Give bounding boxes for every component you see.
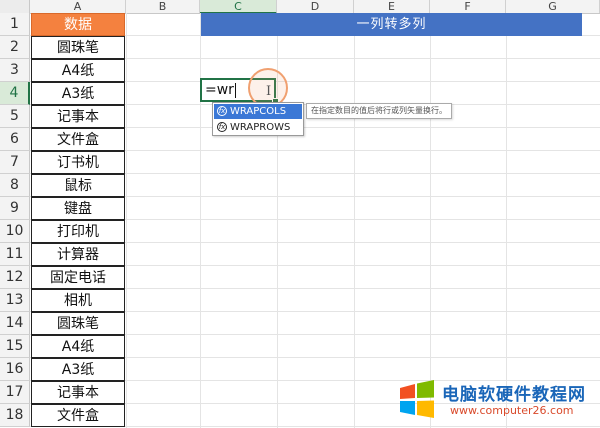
- column-header-d[interactable]: D: [277, 0, 354, 13]
- column-a-cell[interactable]: 圆珠笔: [31, 312, 125, 335]
- row-header-3[interactable]: 3: [0, 59, 30, 82]
- column-a-cell[interactable]: 相机: [31, 289, 125, 312]
- grid-line-vertical: [354, 13, 355, 428]
- column-a-cell[interactable]: 鼠标: [31, 174, 125, 197]
- column-header-f[interactable]: F: [430, 0, 506, 13]
- function-autocomplete-list[interactable]: fx WRAPCOLS fx WRAPROWS: [212, 102, 304, 136]
- windows-logo-icon: [400, 380, 434, 418]
- autocomplete-item-wraprows[interactable]: fx WRAPROWS: [214, 120, 302, 135]
- grid-line-vertical: [506, 13, 507, 428]
- row-header-16[interactable]: 16: [0, 358, 30, 381]
- autocomplete-item-label: WRAPCOLS: [230, 106, 287, 117]
- row-header-6[interactable]: 6: [0, 128, 30, 151]
- column-a-header-cell[interactable]: 数据: [31, 13, 125, 36]
- autocomplete-item-label: WRAPROWS: [230, 122, 291, 133]
- column-a-cell[interactable]: 订书机: [31, 151, 125, 174]
- column-a-cell[interactable]: 键盘: [31, 197, 125, 220]
- function-icon: fx: [217, 122, 227, 132]
- column-a-cell[interactable]: 打印机: [31, 220, 125, 243]
- site-watermark: 电脑软硬件教程网 www.computer26.com: [398, 376, 598, 424]
- watermark-title: 电脑软硬件教程网: [442, 385, 586, 405]
- row-header-11[interactable]: 11: [0, 243, 30, 266]
- row-header-12[interactable]: 12: [0, 266, 30, 289]
- column-header-b[interactable]: B: [126, 0, 200, 13]
- row-header-13[interactable]: 13: [0, 289, 30, 312]
- column-a-cell[interactable]: A3纸: [31, 82, 125, 105]
- text-caret: [234, 82, 236, 98]
- grid-line-vertical: [430, 13, 431, 428]
- autocomplete-item-wrapcols[interactable]: fx WRAPCOLS: [214, 104, 302, 119]
- row-header-5[interactable]: 5: [0, 105, 30, 128]
- row-header-2[interactable]: 2: [0, 36, 30, 59]
- row-header-8[interactable]: 8: [0, 174, 30, 197]
- grid-line-vertical: [126, 13, 127, 428]
- function-icon: fx: [217, 106, 227, 116]
- row-header-4[interactable]: 4: [0, 82, 30, 105]
- column-a-cell[interactable]: A4纸: [31, 59, 125, 82]
- row-header-15[interactable]: 15: [0, 335, 30, 358]
- column-header-a[interactable]: A: [30, 0, 126, 13]
- column-a-cell[interactable]: A3纸: [31, 358, 125, 381]
- row-header-17[interactable]: 17: [0, 381, 30, 404]
- row-header-14[interactable]: 14: [0, 312, 30, 335]
- column-header-c[interactable]: C: [200, 0, 277, 14]
- spreadsheet: ABCDEFG 1 2 3 4 5 6 7 8 9 10 11 12 13 14 15 16 17 18 数据 圆珠…: [0, 0, 600, 428]
- row-header-18[interactable]: 18: [0, 404, 30, 427]
- row-header-7[interactable]: 7: [0, 151, 30, 174]
- row-header-1[interactable]: 1: [0, 13, 30, 36]
- column-a-cell[interactable]: 文件盒: [31, 404, 125, 427]
- title-bar-merged-cell[interactable]: 一列转多列: [201, 13, 582, 36]
- column-a-cell[interactable]: 记事本: [31, 105, 125, 128]
- formula-input-text: =wr: [205, 82, 234, 98]
- row-header-10[interactable]: 10: [0, 220, 30, 243]
- function-tooltip: 在指定数目的值后将行或列矢量换行。: [306, 103, 452, 119]
- column-a-cell[interactable]: A4纸: [31, 335, 125, 358]
- watermark-url: www.computer26.com: [450, 404, 574, 417]
- column-a-cell[interactable]: 固定电话: [31, 266, 125, 289]
- column-header-g[interactable]: G: [506, 0, 600, 13]
- column-a-cell[interactable]: 文件盒: [31, 128, 125, 151]
- select-all-corner[interactable]: [0, 0, 30, 13]
- column-a-cell[interactable]: 计算器: [31, 243, 125, 266]
- column-header-e[interactable]: E: [354, 0, 430, 13]
- column-a-cell[interactable]: 记事本: [31, 381, 125, 404]
- grid-line-vertical: [200, 13, 201, 428]
- column-a-cell[interactable]: 圆珠笔: [31, 36, 125, 59]
- row-header-9[interactable]: 9: [0, 197, 30, 220]
- ibeam-cursor-icon: I: [266, 84, 272, 99]
